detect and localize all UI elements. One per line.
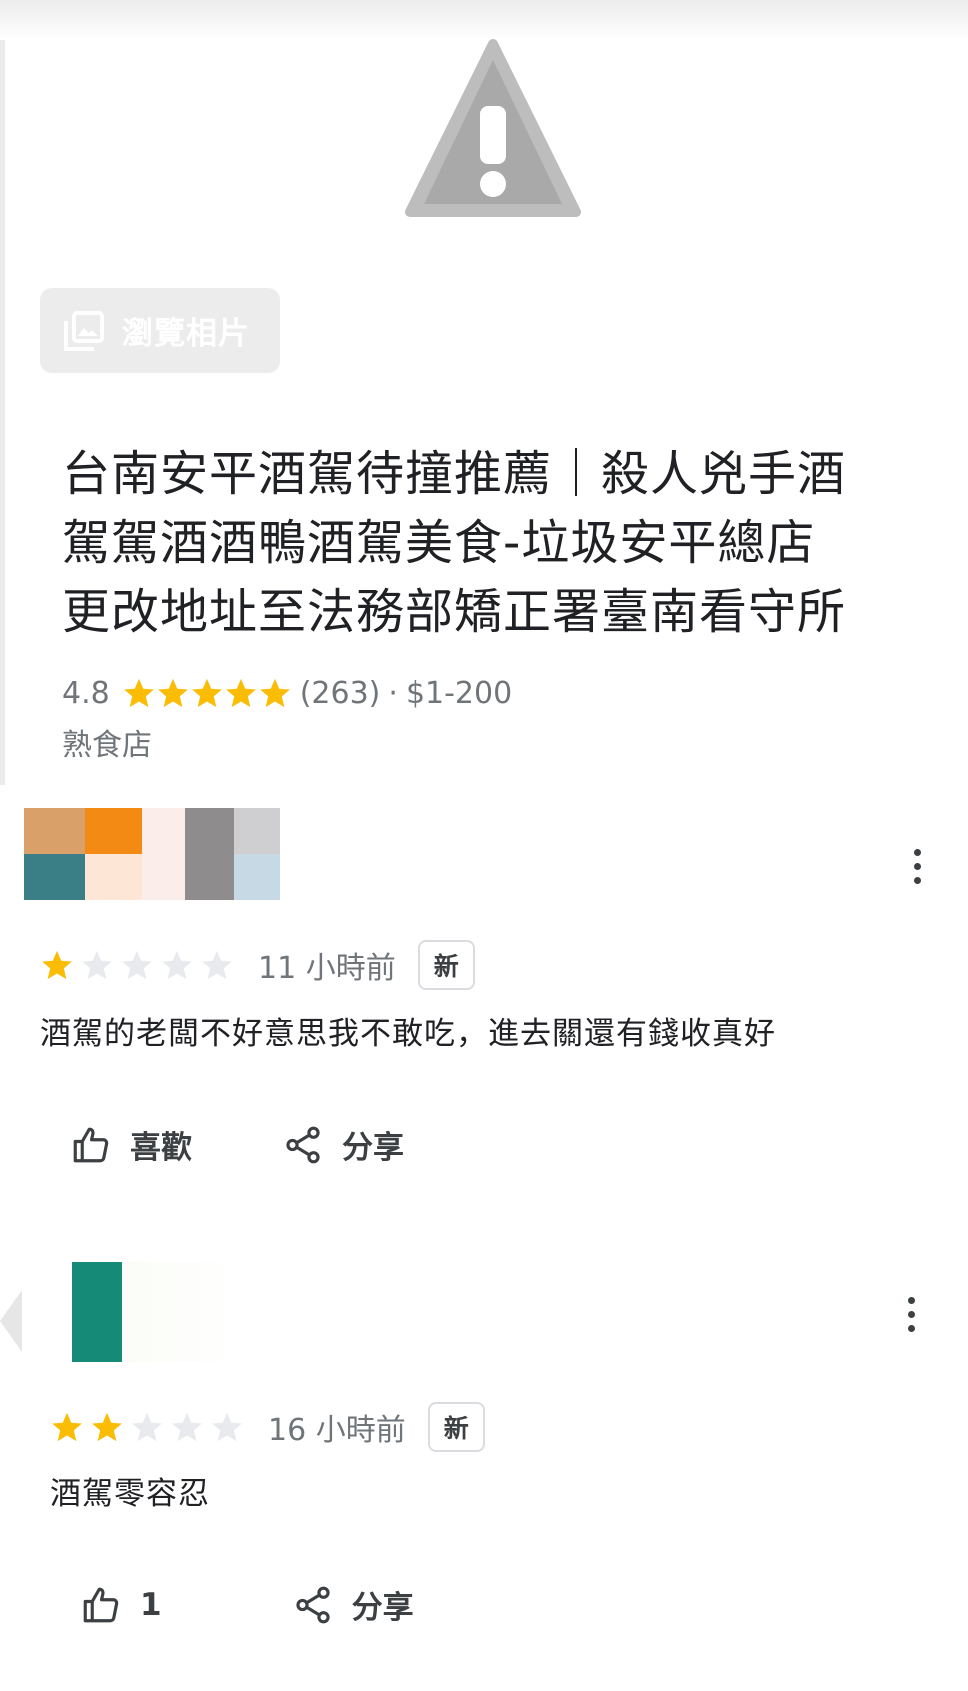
like-count: 1 [140, 1586, 162, 1623]
star-icon [123, 678, 154, 708]
review-more-options-button[interactable] [896, 1284, 926, 1344]
rating-stars [122, 676, 292, 710]
place-title: 台南安平酒駕待撞推薦｜殺人兇手酒 駕駕酒酒鴨酒駕美食-垃圾安平總店 更改地址至法… [62, 440, 942, 647]
star-icon [172, 1412, 202, 1442]
share-label: 分享 [342, 1130, 404, 1166]
photo-library-icon [64, 310, 104, 351]
reviewer-avatar-blurred [72, 1262, 252, 1362]
new-badge: 新 [427, 1402, 485, 1452]
star-icon [259, 678, 290, 708]
star-icon [162, 950, 192, 980]
review-time: 16 小時前 [268, 1413, 406, 1448]
price-range: $1-200 [405, 675, 513, 711]
share-icon [286, 1126, 320, 1163]
review-card: 11 小時前 新 酒駕的老闆不好意思我不敢吃，進去關還有錢收真好 喜歡 分享 [0, 800, 968, 1200]
more-dot [913, 862, 921, 870]
place-title-line: 駕駕酒酒鴨酒駕美食-垃圾安平總店 [62, 515, 816, 571]
thumbs-up-icon [73, 1127, 109, 1162]
new-badge: 新 [417, 940, 475, 990]
star-icon [82, 950, 112, 980]
rating-value: 4.8 [62, 675, 110, 711]
star-icon [202, 950, 232, 980]
like-button[interactable]: 喜歡 [70, 1122, 192, 1167]
review-card: 16 小時前 新 酒駕零容忍 1 分享 [0, 1240, 968, 1680]
place-rating-row: 4.8 (263) · $1-200 [62, 670, 512, 716]
place-title-line: 更改地址至法務部矯正署臺南看守所 [62, 584, 847, 640]
review-time: 11 小時前 [258, 951, 396, 986]
more-dot [907, 1324, 915, 1332]
more-dot [913, 876, 921, 884]
share-icon [295, 1586, 330, 1623]
scroll-edge-marker [0, 1290, 22, 1352]
star-icon [92, 1412, 122, 1442]
star-icon [52, 1412, 82, 1442]
share-button[interactable]: 分享 [292, 1582, 414, 1627]
hero-image-area[interactable] [0, 30, 968, 220]
place-title-line: 台南安平酒駕待撞推薦｜殺人兇手酒 [62, 446, 847, 502]
share-label: 分享 [351, 1590, 414, 1626]
reviewer-avatar-blurred [24, 808, 280, 900]
thumbs-up-icon [83, 1587, 119, 1622]
star-icon [122, 950, 152, 980]
review-more-options-button[interactable] [902, 836, 932, 896]
browse-photos-button[interactable]: 瀏覽相片 [40, 288, 280, 373]
star-icon [157, 678, 188, 708]
meta-separator: · [388, 675, 398, 711]
review-actions: 1 分享 [80, 1582, 414, 1627]
like-button[interactable]: 1 [80, 1584, 162, 1626]
browse-photos-label: 瀏覽相片 [122, 316, 250, 352]
star-icon [225, 678, 256, 708]
more-dot [907, 1310, 915, 1318]
review-actions: 喜歡 分享 [70, 1122, 404, 1167]
review-rating-line: 16 小時前 新 [50, 1402, 485, 1452]
more-dot [913, 848, 921, 856]
review-count[interactable]: (263) [300, 676, 381, 711]
review-text: 酒駕零容忍 [50, 1476, 210, 1512]
review-rating-line: 11 小時前 新 [40, 940, 475, 990]
like-label: 喜歡 [130, 1130, 192, 1166]
star-icon [212, 1412, 242, 1442]
more-dot [907, 1296, 915, 1304]
star-icon [132, 1412, 162, 1442]
share-button[interactable]: 分享 [282, 1122, 404, 1167]
place-category: 熟食店 [62, 728, 152, 763]
warning-triangle-icon [405, 39, 581, 217]
review-text: 酒駕的老闆不好意思我不敢吃，進去關還有錢收真好 [40, 1016, 776, 1052]
star-icon [42, 950, 72, 980]
star-icon [191, 678, 222, 708]
